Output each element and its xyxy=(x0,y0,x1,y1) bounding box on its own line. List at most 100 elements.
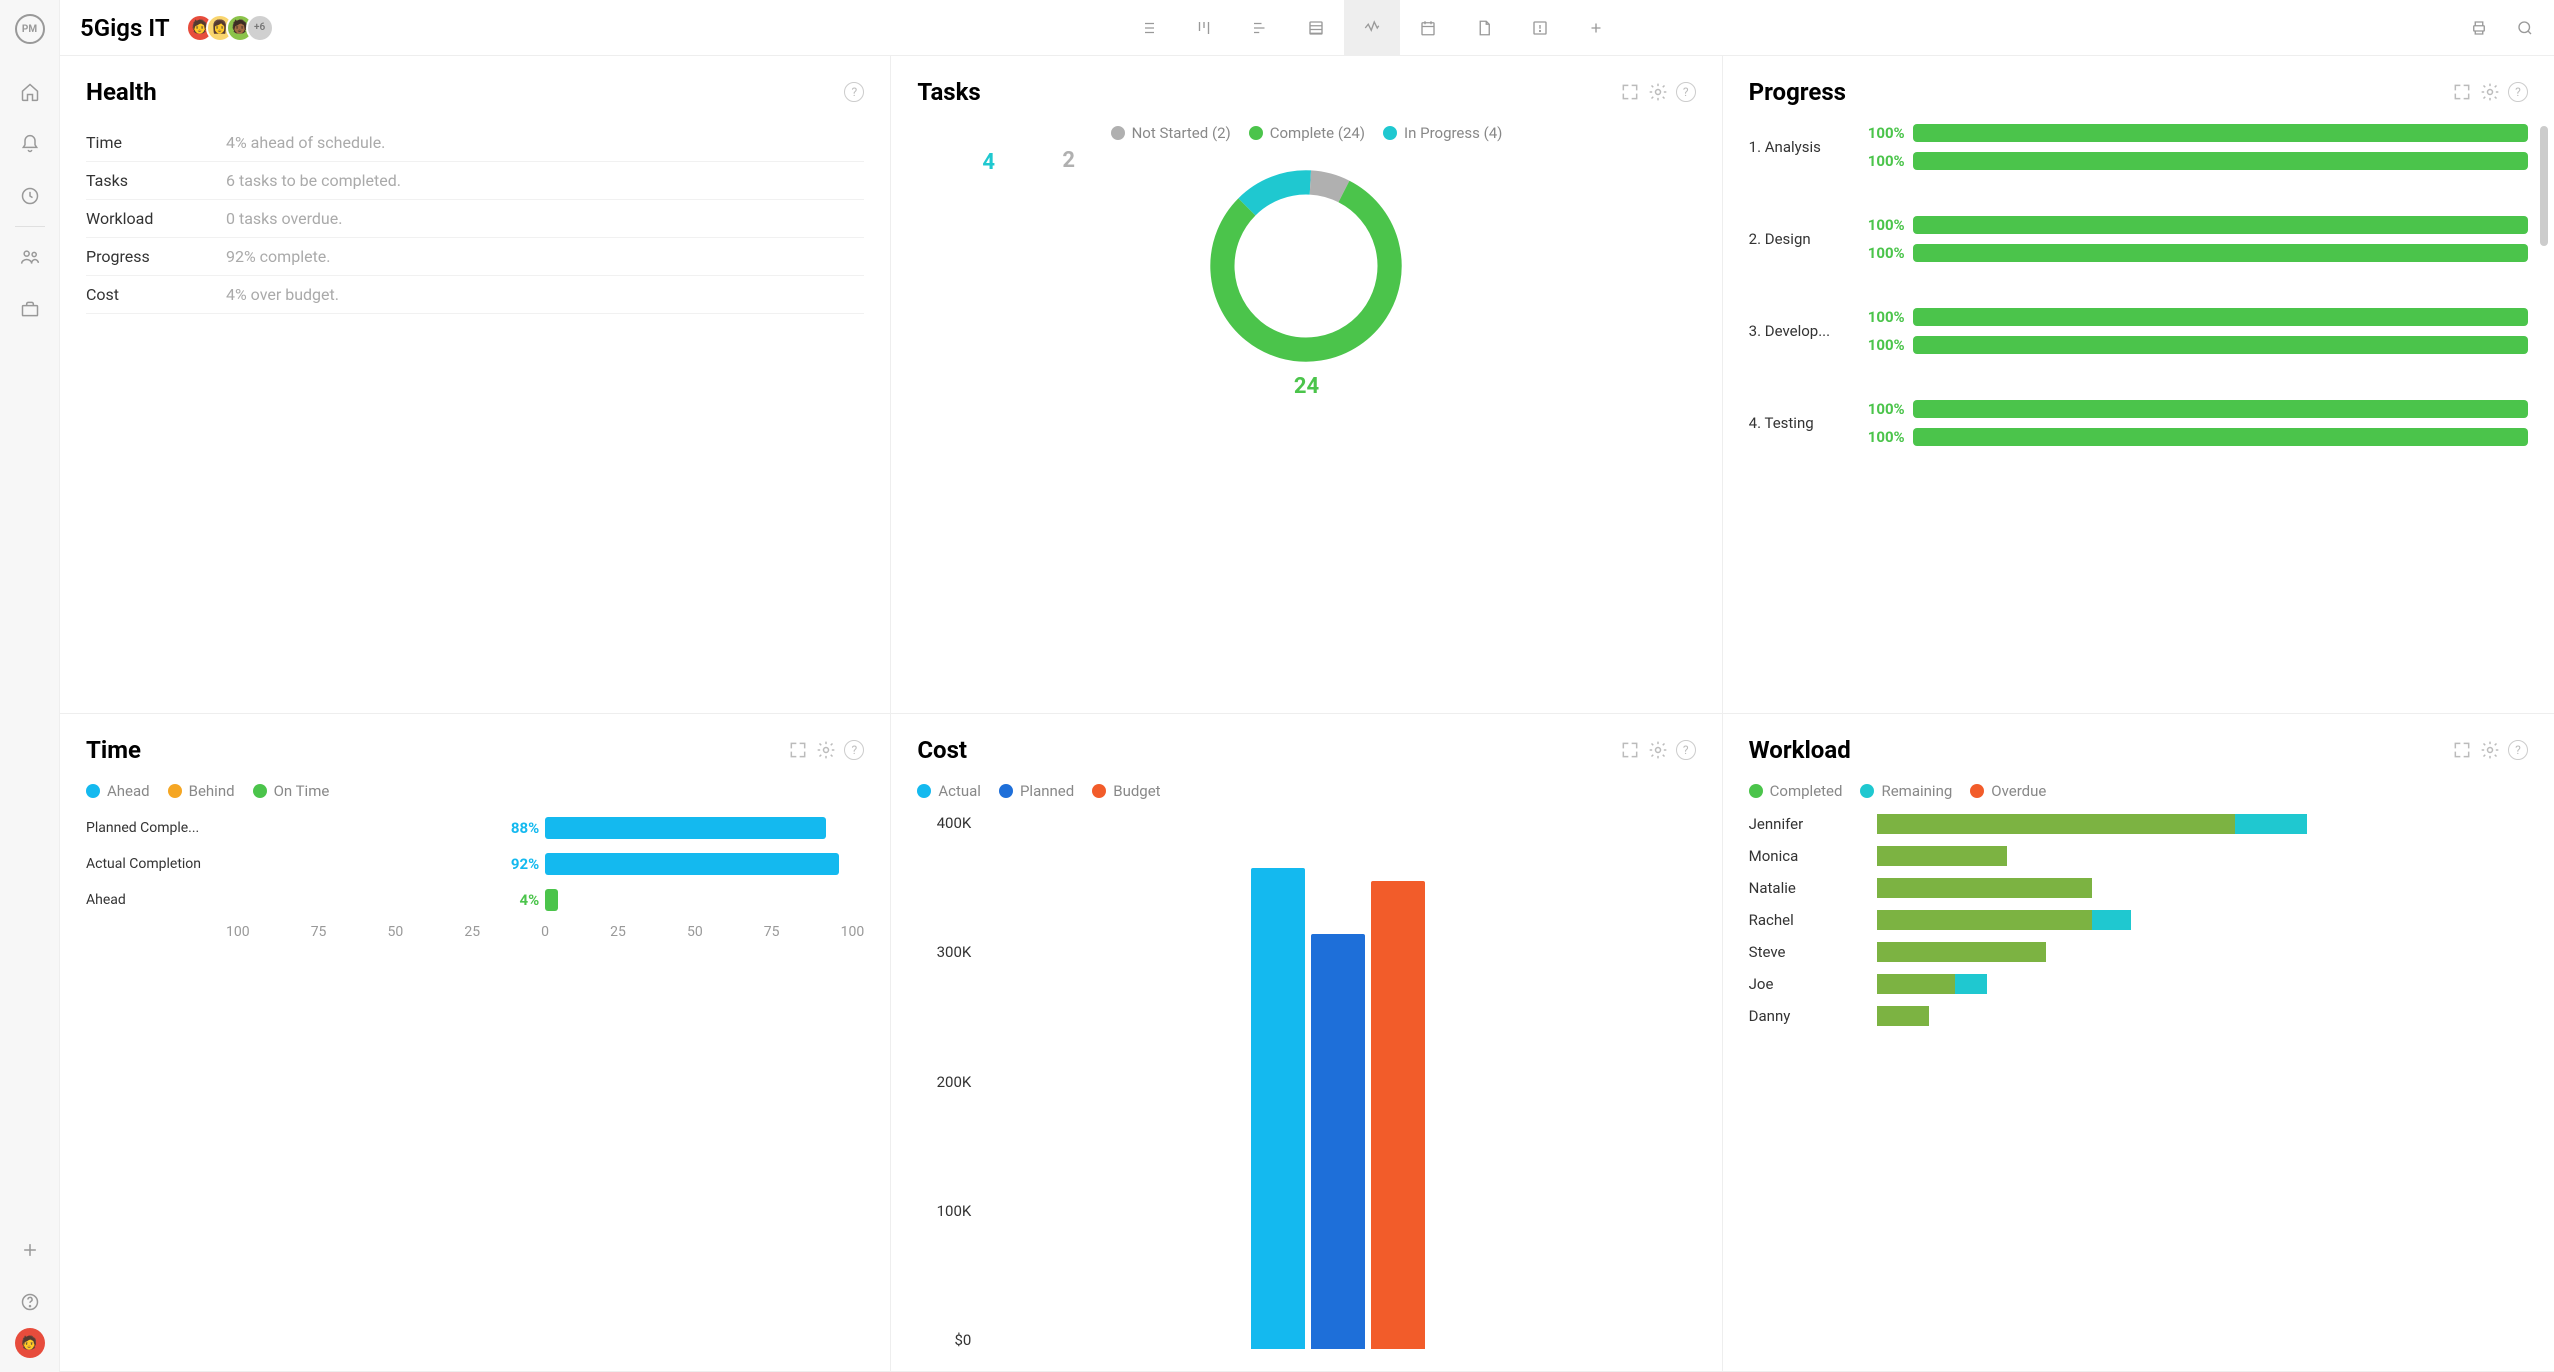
gear-icon[interactable] xyxy=(1648,82,1668,102)
legend-label: Completed xyxy=(1770,782,1843,800)
panel-title: Health xyxy=(86,78,157,106)
workload-row: Monica xyxy=(1749,846,2528,866)
workload-bars xyxy=(1877,814,2528,834)
view-risk-icon[interactable] xyxy=(1512,0,1568,56)
view-tabs xyxy=(1120,0,1624,56)
axis-tick: 25 xyxy=(610,924,626,940)
legend-item: Completed xyxy=(1749,782,1843,800)
help-rail-icon[interactable] xyxy=(18,1290,42,1314)
gear-icon[interactable] xyxy=(816,740,836,760)
progress-bar xyxy=(1913,400,2528,418)
time-row: Ahead4% xyxy=(86,886,864,914)
search-icon[interactable] xyxy=(2516,0,2534,56)
time-row-value: 4% xyxy=(519,891,539,909)
health-row: Tasks6 tasks to be completed. xyxy=(86,162,864,200)
legend-item: Ahead xyxy=(86,782,150,800)
panel-workload: Workload ? CompletedRemainingOverdue Jen… xyxy=(1723,714,2554,1372)
legend-item: On Time xyxy=(253,782,330,800)
progress-pct: 100% xyxy=(1857,308,1905,326)
view-board-icon[interactable] xyxy=(1176,0,1232,56)
progress-phase-name: 1. Analysis xyxy=(1749,138,1849,156)
add-icon[interactable] xyxy=(18,1238,42,1262)
view-dashboard-icon[interactable] xyxy=(1344,0,1400,56)
time-row-value: 88% xyxy=(511,819,539,837)
left-rail: PM 🧑 xyxy=(0,0,60,1372)
workload-seg-completed xyxy=(1877,910,2092,930)
workload-name: Monica xyxy=(1749,847,1869,865)
notifications-icon[interactable] xyxy=(18,132,42,156)
workload-name: Danny xyxy=(1749,1007,1869,1025)
help-icon[interactable]: ? xyxy=(844,82,864,102)
workload-seg-completed xyxy=(1877,878,2092,898)
team-avatar-stack[interactable]: 🧑 👩 🧑🏾 +6 xyxy=(186,14,274,42)
app-logo[interactable]: PM xyxy=(15,14,45,44)
legend-item: In Progress (4) xyxy=(1383,124,1502,142)
scrollbar[interactable] xyxy=(2540,126,2548,246)
workload-bars xyxy=(1877,878,2528,898)
y-axis-label: $0 xyxy=(954,1331,971,1349)
view-gantt-icon[interactable] xyxy=(1232,0,1288,56)
gear-icon[interactable] xyxy=(1648,740,1668,760)
time-row-bar xyxy=(545,889,558,911)
view-calendar-icon[interactable] xyxy=(1400,0,1456,56)
axis-tick: 50 xyxy=(687,924,703,940)
progress-bar xyxy=(1913,308,2528,326)
gear-icon[interactable] xyxy=(2480,82,2500,102)
clock-icon[interactable] xyxy=(18,184,42,208)
user-avatar[interactable]: 🧑 xyxy=(15,1328,45,1358)
workload-name: Jennifer xyxy=(1749,815,1869,833)
expand-icon[interactable] xyxy=(2452,740,2472,760)
health-value: 0 tasks overdue. xyxy=(226,209,342,228)
progress-pct: 100% xyxy=(1857,336,1905,354)
legend-item: Budget xyxy=(1092,782,1160,800)
cost-chart: 400K300K200K100K$0 xyxy=(917,814,1695,1349)
progress-bar xyxy=(1913,152,2528,170)
y-axis-label: 200K xyxy=(937,1073,972,1091)
legend-dot xyxy=(86,784,100,798)
workload-row: Jennifer xyxy=(1749,814,2528,834)
legend-item: Planned xyxy=(999,782,1074,800)
home-icon[interactable] xyxy=(18,80,42,104)
axis-tick: 0 xyxy=(541,924,549,940)
donut-label-complete: 24 xyxy=(1294,374,1319,399)
team-icon[interactable] xyxy=(18,245,42,269)
time-row: Planned Comple...88% xyxy=(86,814,864,842)
workload-seg-completed xyxy=(1877,1006,1929,1026)
workload-row: Steve xyxy=(1749,942,2528,962)
view-file-icon[interactable] xyxy=(1456,0,1512,56)
time-row-value: 92% xyxy=(511,855,539,873)
help-icon[interactable]: ? xyxy=(2508,82,2528,102)
legend-dot xyxy=(1860,784,1874,798)
legend-label: On Time xyxy=(274,782,330,800)
print-icon[interactable] xyxy=(2470,0,2488,56)
legend-label: Budget xyxy=(1113,782,1160,800)
help-icon[interactable]: ? xyxy=(1676,82,1696,102)
workload-seg-completed xyxy=(1877,846,2007,866)
progress-pct: 100% xyxy=(1857,152,1905,170)
gear-icon[interactable] xyxy=(2480,740,2500,760)
axis-tick: 50 xyxy=(388,924,404,940)
time-row: Actual Completion92% xyxy=(86,850,864,878)
expand-icon[interactable] xyxy=(2452,82,2472,102)
expand-icon[interactable] xyxy=(788,740,808,760)
panel-title: Cost xyxy=(917,736,967,764)
view-add-icon[interactable] xyxy=(1568,0,1624,56)
view-list-icon[interactable] xyxy=(1120,0,1176,56)
expand-icon[interactable] xyxy=(1620,740,1640,760)
workload-seg-remaining xyxy=(2235,814,2307,834)
workload-seg-completed xyxy=(1877,814,2235,834)
workload-row: Danny xyxy=(1749,1006,2528,1026)
help-icon[interactable]: ? xyxy=(2508,740,2528,760)
view-sheet-icon[interactable] xyxy=(1288,0,1344,56)
avatar-more: +6 xyxy=(246,14,274,42)
help-icon[interactable]: ? xyxy=(844,740,864,760)
briefcase-icon[interactable] xyxy=(18,297,42,321)
workload-row: Natalie xyxy=(1749,878,2528,898)
expand-icon[interactable] xyxy=(1620,82,1640,102)
health-value: 6 tasks to be completed. xyxy=(226,171,401,190)
help-icon[interactable]: ? xyxy=(1676,740,1696,760)
panel-tasks: Tasks ? Not Started (2)Complete (24)In P… xyxy=(891,56,1722,714)
legend-dot xyxy=(1383,126,1397,140)
progress-phase-name: 4. Testing xyxy=(1749,414,1849,432)
health-row: Cost4% over budget. xyxy=(86,276,864,314)
